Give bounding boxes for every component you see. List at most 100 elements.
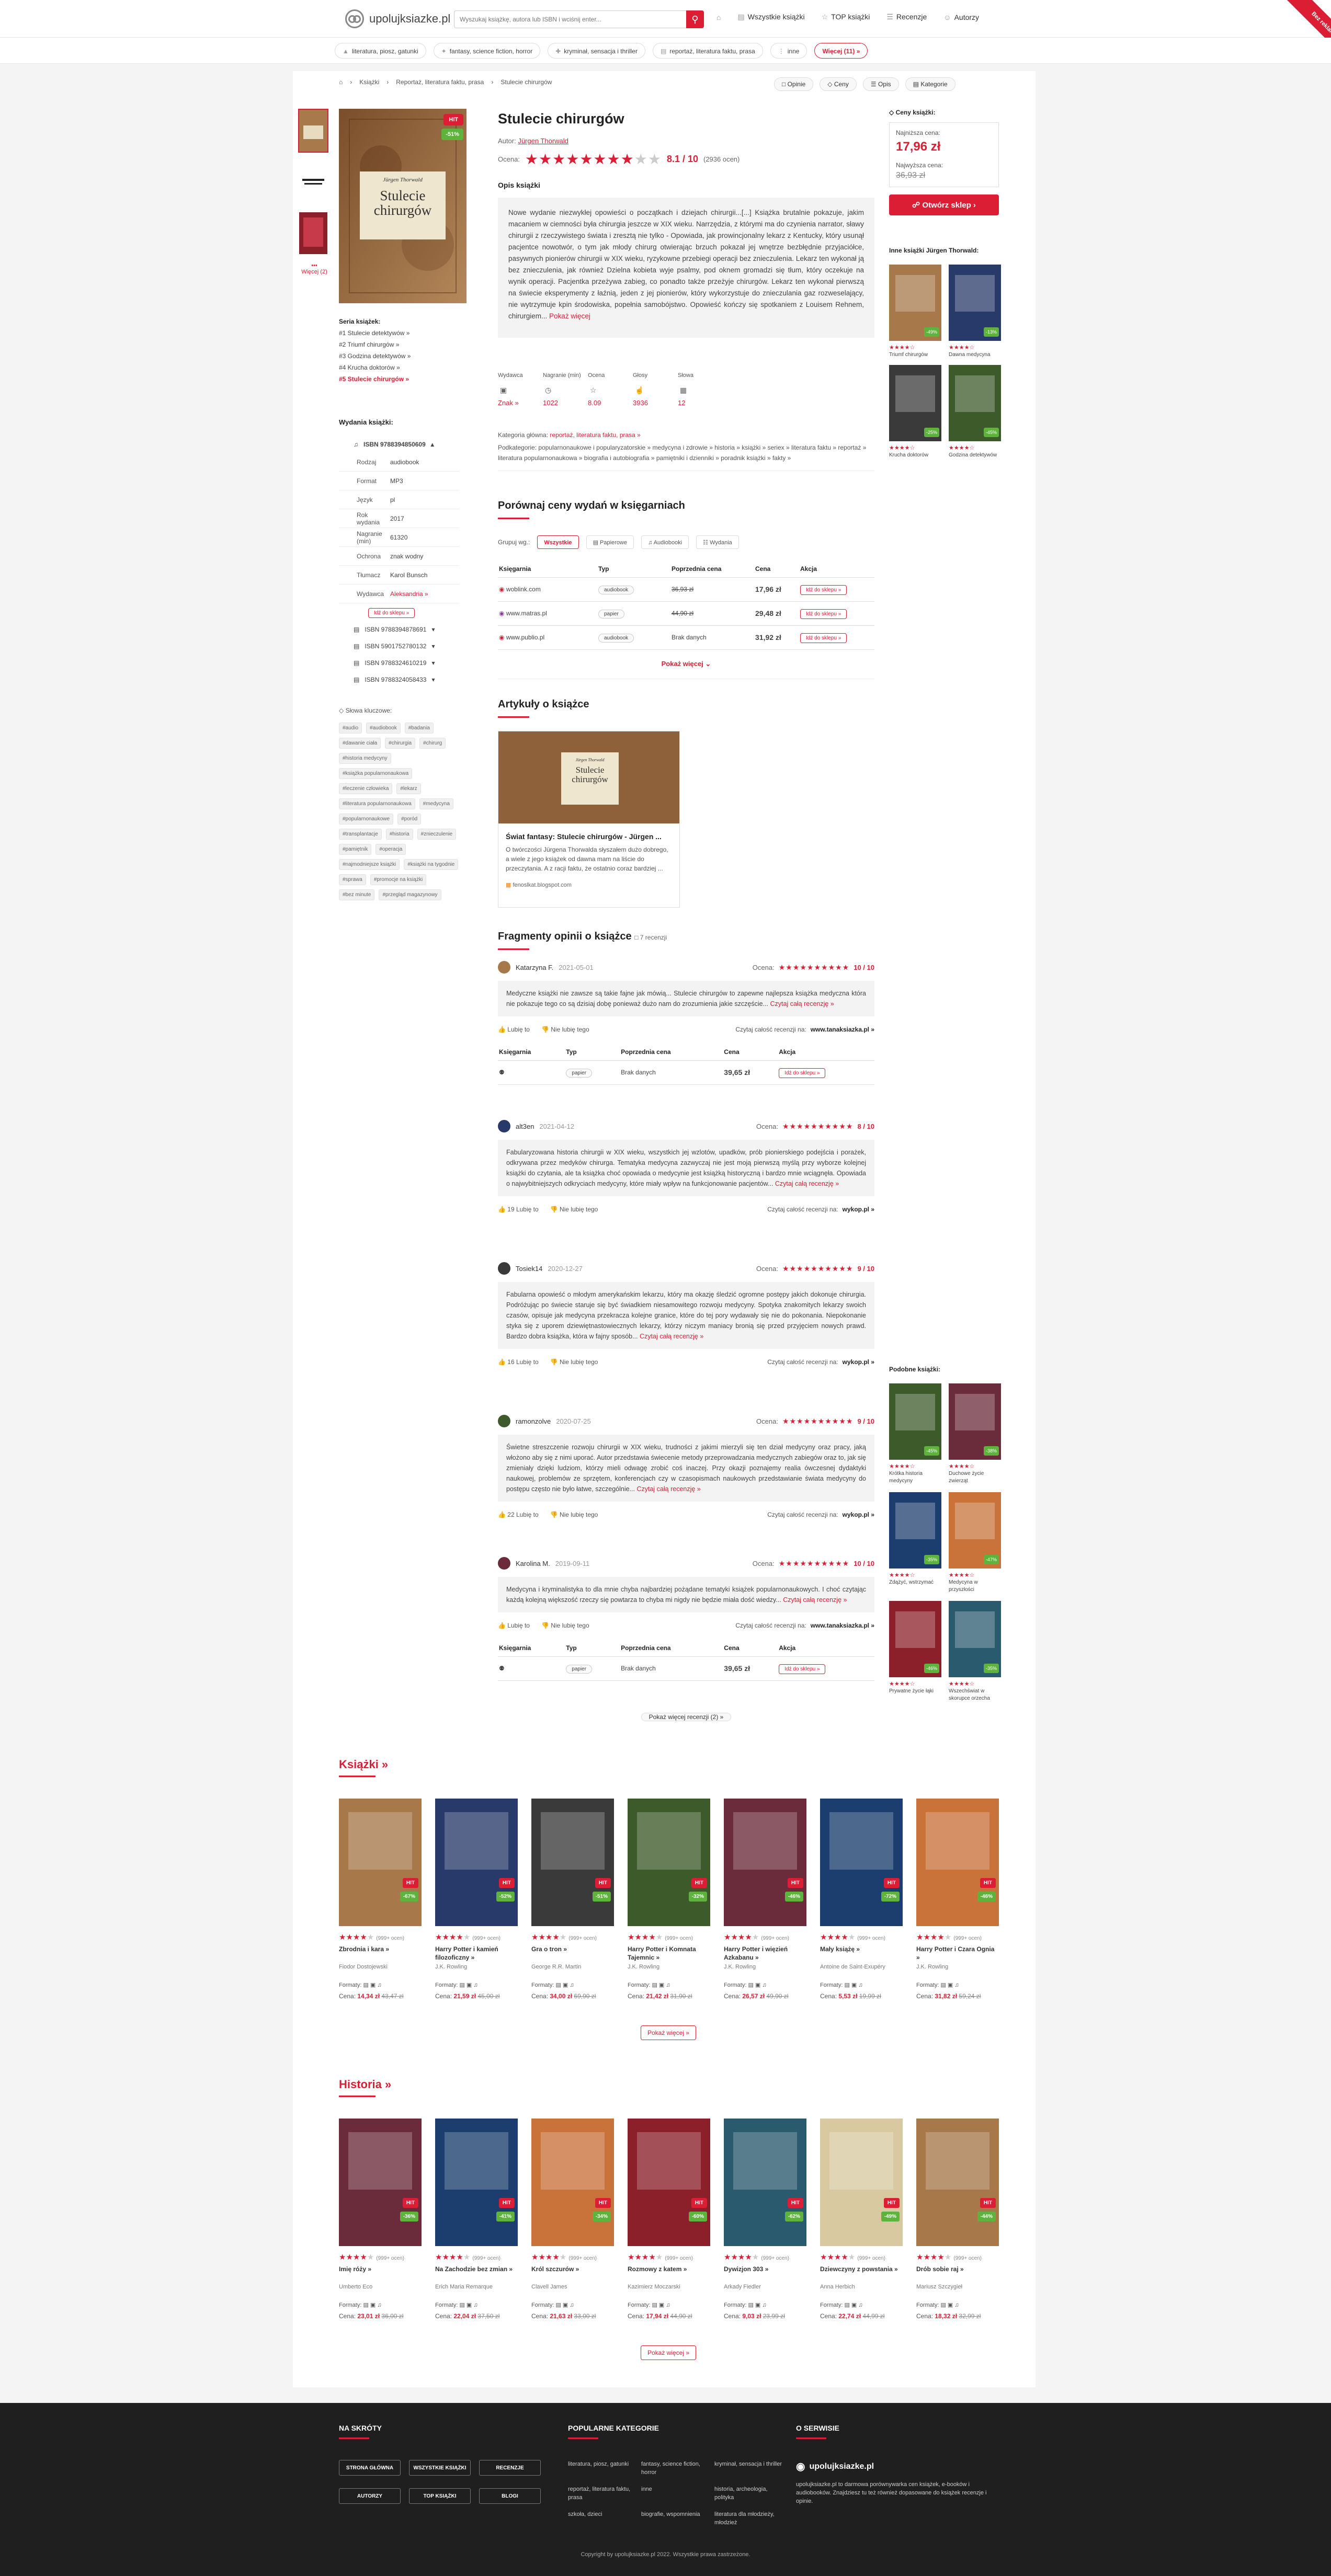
source-link[interactable]: wykop.pl »: [843, 1511, 874, 1518]
keyword-tag[interactable]: #pamiętnik: [339, 844, 372, 855]
footer-link[interactable]: kryminał, sensacja i thriller: [714, 2460, 788, 2477]
opinion-user[interactable]: Tosiek14: [516, 1265, 542, 1273]
book-card[interactable]: HIT -32% ★★★★★ (999+ ocen) Harry Potter i Ko…: [628, 1799, 710, 2000]
go-to-shop-button[interactable]: Idź do sklepu »: [800, 585, 847, 595]
source-link[interactable]: wykop.pl »: [843, 1358, 874, 1366]
keyword-tag[interactable]: #książka popularnonaukowa: [339, 768, 413, 779]
dislike-button[interactable]: 👎 Nie lubię tego: [541, 1026, 589, 1033]
opinion-read-more[interactable]: Czytaj całą recenzję »: [636, 1485, 700, 1493]
keyword-tag[interactable]: #historia: [385, 829, 413, 840]
keyword-tag[interactable]: #książki na tygodnie: [404, 859, 459, 870]
series-item-current[interactable]: #5 Stulecie chirurgów »: [339, 373, 411, 385]
go-to-shop-button[interactable]: Idź do sklepu »: [800, 609, 847, 619]
book-card[interactable]: HIT -46% ★★★★★ (999+ ocen) Harry Potter i wi…: [724, 1799, 806, 2000]
footer-button[interactable]: TOP KSIĄŻKI: [409, 2488, 471, 2504]
mini-book[interactable]: -49% ★★★★☆ Triumf chirurgów: [889, 265, 941, 359]
gallery-thumb[interactable]: [298, 109, 328, 153]
book-card-title[interactable]: Gra o tron »: [531, 1945, 614, 1962]
mini-book[interactable]: -45% ★★★★☆ Godzina detektywów: [949, 365, 1001, 459]
like-button[interactable]: 👍 22 Lubię to: [498, 1511, 539, 1518]
mini-book[interactable]: -46% ★★★★☆ Prywatne życie łąki: [889, 1601, 941, 1702]
keyword-tag[interactable]: #znieczulenie: [417, 829, 457, 840]
footer-link[interactable]: historia, archeologia, polityka: [714, 2485, 788, 2502]
series-item[interactable]: #4 Krucha doktorów »: [339, 362, 411, 373]
edition-isbn[interactable]: ▤ ISBN 9788324610219 ▾: [339, 655, 459, 671]
book-card[interactable]: HIT -52% ★★★★★ (999+ ocen) Harry Potter i ka…: [435, 1799, 518, 2000]
source-link[interactable]: wykop.pl »: [843, 1206, 874, 1213]
home-icon[interactable]: ⌂: [339, 78, 343, 86]
edition-shop-button[interactable]: Idź do sklepu »: [368, 608, 415, 618]
subcategory-links[interactable]: popularnonaukowe i popularyzatorskie » m…: [498, 444, 866, 462]
series-item[interactable]: #1 Stulecie detektywów »: [339, 327, 411, 339]
book-card-title[interactable]: Dywizjon 303 »: [724, 2265, 806, 2282]
offers-more-link[interactable]: Pokaż więcej ⌄: [662, 660, 711, 668]
keyword-tag[interactable]: #badania: [404, 723, 434, 734]
footer-button[interactable]: WSZYSTKIE KSIĄŻKI: [409, 2460, 471, 2476]
prop-value[interactable]: Znak »: [498, 399, 519, 407]
series-item[interactable]: #2 Triumf chirurgów »: [339, 339, 411, 350]
like-button[interactable]: 👍 Lubię to: [498, 1026, 530, 1033]
jump-opinions-button[interactable]: □ Opinie: [774, 77, 814, 91]
mini-book[interactable]: -25% ★★★★☆ Krucha doktorów: [889, 365, 941, 459]
chip-reportage[interactable]: ▤ reportaż, literatura faktu, prasa: [652, 43, 763, 59]
keyword-tag[interactable]: #literatura popularnonaukowa: [339, 798, 415, 809]
home-icon[interactable]: ⌂: [716, 13, 721, 21]
jump-categories-button[interactable]: ▤ Kategorie: [905, 77, 955, 91]
footer-link[interactable]: fantasy, science fiction, horror: [641, 2460, 704, 2477]
chip-crime[interactable]: ✚ kryminał, sensacja i thriller: [548, 43, 645, 59]
opinion-user[interactable]: alt3en: [516, 1123, 534, 1130]
book-card-title[interactable]: Harry Potter i więzień Azkabanu »: [724, 1945, 806, 1962]
go-to-shop-button[interactable]: Idź do sklepu »: [779, 1664, 826, 1674]
keyword-tag[interactable]: #chirurg: [419, 738, 446, 749]
go-to-shop-button[interactable]: Idź do sklepu »: [800, 633, 847, 643]
opinion-read-more[interactable]: Czytaj całą recenzję »: [640, 1333, 703, 1340]
book-card[interactable]: HIT -67% ★★★★★ (999+ ocen) Zbrodnia i kara »…: [339, 1799, 422, 2000]
keyword-tag[interactable]: #chirurgia: [385, 738, 416, 749]
book-card[interactable]: HIT -36% ★★★★★ (999+ ocen) Imię róży » Umbert…: [339, 2119, 422, 2320]
site-logo[interactable]: upolujksiazke.pl: [345, 8, 450, 29]
footer-logo[interactable]: ◉ upolujksiazke.pl: [796, 2460, 995, 2473]
book-card-title[interactable]: Harry Potter i kamień filozoficzny »: [435, 1945, 518, 1962]
dislike-button[interactable]: 👎 Nie lubię tego: [541, 1622, 589, 1629]
book-card[interactable]: HIT -49% ★★★★★ (999+ ocen) Dziewczyny z pows…: [820, 2119, 903, 2320]
footer-link[interactable]: inne: [641, 2485, 704, 2502]
footer-button[interactable]: STRONA GŁÓWNA: [339, 2460, 401, 2476]
keyword-tag[interactable]: #promocje na książki: [370, 874, 427, 885]
book-card-title[interactable]: Harry Potter i Czara Ognia »: [916, 1945, 999, 1962]
offer-shop[interactable]: ◉ woblink.com: [498, 577, 597, 602]
mini-book[interactable]: -35% ★★★★☆ Zdążyć, wstrzymać: [889, 1492, 941, 1594]
source-link[interactable]: www.tanaksiazka.pl »: [811, 1026, 874, 1033]
open-shop-button[interactable]: ☍ Otwórz sklep ›: [889, 194, 999, 215]
keyword-tag[interactable]: #lekarz: [396, 783, 421, 794]
footer-link[interactable]: literatura, piosz, gatunki: [568, 2460, 631, 2477]
chip-fantasy[interactable]: ✦ fantasy, science fiction, horror: [433, 43, 541, 59]
books-more-button[interactable]: Pokaż więcej »: [640, 2025, 697, 2040]
history-row-heading[interactable]: Historia »: [339, 2078, 391, 2091]
nav-reviews[interactable]: ☰ Recenzje: [886, 13, 927, 21]
nav-authors[interactable]: ☺ Autorzy: [943, 13, 979, 21]
footer-link[interactable]: reportaż, literatura faktu, prasa: [568, 2485, 631, 2502]
like-button[interactable]: 👍 Lubię to: [498, 1622, 530, 1629]
nav-all-books[interactable]: ▤ Wszystkie książki: [737, 13, 804, 21]
book-card-title[interactable]: Drób sobie raj »: [916, 2265, 999, 2282]
offer-shop[interactable]: ◉ www.publio.pl: [498, 625, 597, 650]
book-card[interactable]: HIT -46% ★★★★★ (999+ ocen) Harry Potter i Cz…: [916, 1799, 999, 2000]
mini-book[interactable]: -47% ★★★★☆ Medycyna w przyszłości: [949, 1492, 1001, 1594]
footer-button[interactable]: AUTORZY: [339, 2488, 401, 2504]
book-card-title[interactable]: Król szczurów »: [531, 2265, 614, 2282]
rating-stars[interactable]: ★★★★★★★★★★: [525, 151, 662, 168]
keyword-tag[interactable]: #medycyna: [419, 798, 453, 809]
keyword-tag[interactable]: #popularnonaukowe: [339, 814, 394, 825]
book-cover[interactable]: Jürgen Thorwald Stulecie chirurgów HIT -…: [339, 109, 467, 303]
main-category-link[interactable]: reportaż, literatura faktu, prasa »: [550, 431, 640, 439]
book-card[interactable]: HIT -51% ★★★★★ (999+ ocen) Gra o tron » Georg…: [531, 1799, 614, 2000]
mini-book[interactable]: -35% ★★★★☆ Wszechświat w skorupce orzecha: [949, 1601, 1001, 1702]
go-to-shop-button[interactable]: Idź do sklepu »: [779, 1068, 826, 1078]
book-card[interactable]: HIT -44% ★★★★★ (999+ ocen) Drób sobie raj » M…: [916, 2119, 999, 2320]
book-card[interactable]: HIT -60% ★★★★★ (999+ ocen) Rozmowy z katem »…: [628, 2119, 710, 2320]
keyword-tag[interactable]: #najmodniejsze książki: [339, 859, 400, 870]
book-card[interactable]: HIT -41% ★★★★★ (999+ ocen) Na Zachodzie bez …: [435, 2119, 518, 2320]
jump-description-button[interactable]: ☰ Opis: [862, 77, 899, 91]
book-card[interactable]: HIT -62% ★★★★★ (999+ ocen) Dywizjon 303 » Ark…: [724, 2119, 806, 2320]
opinion-user[interactable]: Karolina M.: [516, 1560, 550, 1567]
